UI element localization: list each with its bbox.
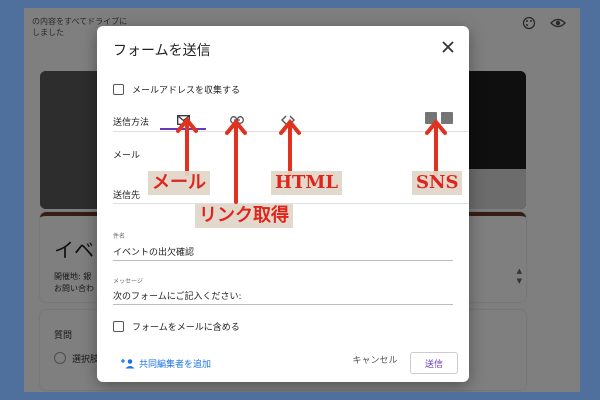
annotation-sns: SNS	[412, 171, 463, 195]
annotation-link: リンク取得	[195, 204, 293, 228]
annotation-arrows	[176, 116, 447, 204]
annotation-html: HTML	[271, 171, 342, 195]
annotation-mail: メール	[148, 171, 210, 195]
screenshot: の内容をすべてドライブに しました イベ 開催地: 銀 お問い合わ ▲▼ 質問 …	[24, 8, 580, 392]
